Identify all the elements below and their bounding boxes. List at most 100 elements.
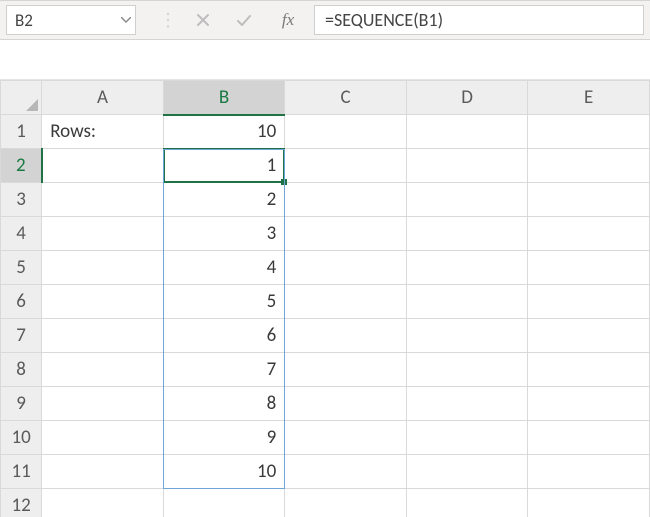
row-11: 11 10 [1,455,650,489]
cell-B8[interactable]: 7 [163,353,285,387]
cell-A6[interactable] [42,285,164,319]
cell-C7[interactable] [285,319,407,353]
row-header-1[interactable]: 1 [1,115,42,149]
enter-icon[interactable] [236,13,260,27]
formula-input[interactable]: =SEQUENCE(B1) [314,5,644,35]
cell-D11[interactable] [406,455,528,489]
cell-A5[interactable] [42,251,164,285]
cell-A7[interactable] [42,319,164,353]
cell-D7[interactable] [406,319,528,353]
cell-C1[interactable] [285,115,407,149]
row-header-6[interactable]: 6 [1,285,42,319]
row-8: 8 7 [1,353,650,387]
cell-D2[interactable] [406,149,528,183]
cell-E7[interactable] [528,319,650,353]
cell-E10[interactable] [528,421,650,455]
formula-bar-buttons: ⋮ fx [142,1,314,39]
cell-D10[interactable] [406,421,528,455]
col-header-E[interactable]: E [528,81,650,115]
cell-E12[interactable] [528,489,650,517]
cell-A4[interactable] [42,217,164,251]
cell-E3[interactable] [528,183,650,217]
row-header-12[interactable]: 12 [1,489,42,517]
cell-A2[interactable] [42,149,164,183]
cell-B10[interactable]: 9 [163,421,285,455]
row-5: 5 4 [1,251,650,285]
cell-E8[interactable] [528,353,650,387]
row-7: 7 6 [1,319,650,353]
cell-B12[interactable] [163,489,285,517]
row-header-2[interactable]: 2 [1,149,42,183]
cell-E1[interactable] [528,115,650,149]
cell-A8[interactable] [42,353,164,387]
cell-E6[interactable] [528,285,650,319]
cell-D1[interactable] [406,115,528,149]
row-header-7[interactable]: 7 [1,319,42,353]
row-header-9[interactable]: 9 [1,387,42,421]
row-header-8[interactable]: 8 [1,353,42,387]
row-header-5[interactable]: 5 [1,251,42,285]
cell-C12[interactable] [285,489,407,517]
cell-A10[interactable] [42,421,164,455]
formula-bar: B2 ⋮ fx =SEQUENCE(B1) [0,0,650,40]
cell-B2[interactable]: 1 [163,149,285,183]
cell-D9[interactable] [406,387,528,421]
row-header-11[interactable]: 11 [1,455,42,489]
cancel-icon[interactable] [196,13,220,27]
cell-D6[interactable] [406,285,528,319]
cell-A9[interactable] [42,387,164,421]
cell-D12[interactable] [406,489,528,517]
cell-A1[interactable]: Rows: [42,115,164,149]
cell-D3[interactable] [406,183,528,217]
cell-B5[interactable]: 4 [163,251,285,285]
cell-C8[interactable] [285,353,407,387]
cell-C9[interactable] [285,387,407,421]
name-box-dropdown-icon[interactable] [117,17,135,23]
row-header-3[interactable]: 3 [1,183,42,217]
cell-C2[interactable] [285,149,407,183]
cell-C5[interactable] [285,251,407,285]
cell-B1[interactable]: 10 [163,115,285,149]
row-header-4[interactable]: 4 [1,217,42,251]
row-4: 4 3 [1,217,650,251]
insert-function-icon[interactable]: fx [276,10,300,30]
name-box[interactable]: B2 [6,5,136,35]
cell-D5[interactable] [406,251,528,285]
cell-E5[interactable] [528,251,650,285]
divider-icon: ⋮ [156,9,180,31]
cell-A12[interactable] [42,489,164,517]
row-3: 3 2 [1,183,650,217]
cell-E2[interactable] [528,149,650,183]
col-header-C[interactable]: C [285,81,407,115]
cell-C10[interactable] [285,421,407,455]
cell-E11[interactable] [528,455,650,489]
row-9: 9 8 [1,387,650,421]
grid[interactable]: A B C D E 1 Rows: 10 2 1 3 2 4 3 5 [0,80,650,517]
name-box-value: B2 [7,10,117,31]
cell-C11[interactable] [285,455,407,489]
select-all-corner[interactable] [1,81,42,115]
cell-B3[interactable]: 2 [163,183,285,217]
cell-A11[interactable] [42,455,164,489]
cell-B7[interactable]: 6 [163,319,285,353]
row-6: 6 5 [1,285,650,319]
cell-C3[interactable] [285,183,407,217]
col-header-B[interactable]: B [163,81,285,115]
row-2: 2 1 [1,149,650,183]
cell-C6[interactable] [285,285,407,319]
row-header-10[interactable]: 10 [1,421,42,455]
cell-B6[interactable]: 5 [163,285,285,319]
col-header-A[interactable]: A [42,81,164,115]
cell-E4[interactable] [528,217,650,251]
cell-A3[interactable] [42,183,164,217]
cell-E9[interactable] [528,387,650,421]
cell-D4[interactable] [406,217,528,251]
cell-D8[interactable] [406,353,528,387]
formula-text: =SEQUENCE(B1) [325,9,443,31]
col-header-D[interactable]: D [406,81,528,115]
cell-B11[interactable]: 10 [163,455,285,489]
cell-B4[interactable]: 3 [163,217,285,251]
cell-B9[interactable]: 8 [163,387,285,421]
worksheet[interactable]: A B C D E 1 Rows: 10 2 1 3 2 4 3 5 [0,80,650,517]
cell-C4[interactable] [285,217,407,251]
